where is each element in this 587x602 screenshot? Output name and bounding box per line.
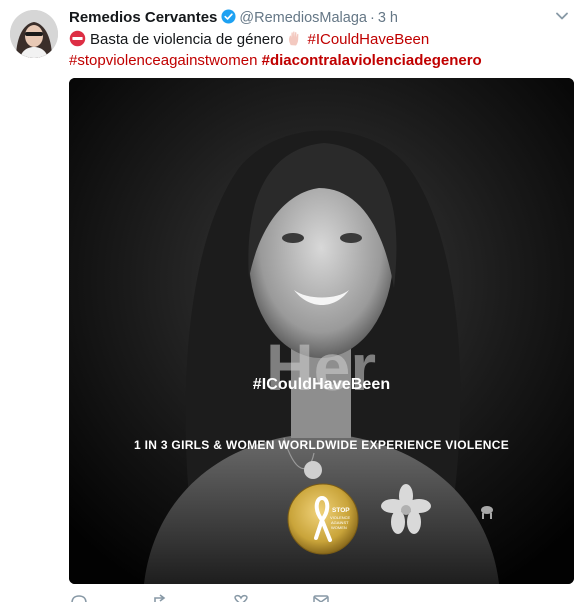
hashtag-link[interactable]: #stopviolenceagainstwomen (69, 52, 257, 69)
tweet-text-phrase: Basta de violencia de género (90, 31, 284, 48)
verified-icon (221, 9, 236, 24)
raised-hand-icon (289, 31, 299, 46)
handle[interactable]: @RemediosMalaga (239, 10, 367, 26)
message-icon[interactable] (311, 594, 331, 602)
stop-violence-badge: STOP VIOLENCE AGAINST WOMEN (287, 483, 359, 555)
timestamp[interactable]: 3 h (378, 10, 398, 26)
tweet-text-line-1: Basta de violencia de género #ICouldHaveB… (69, 29, 579, 50)
tweet-actions (69, 594, 489, 602)
retweet-icon[interactable] (151, 594, 171, 602)
svg-text:WOMEN: WOMEN (331, 525, 347, 530)
no-entry-icon (69, 30, 86, 47)
like-icon[interactable] (231, 594, 251, 602)
tweet-media[interactable]: Her #ICouldHaveBeen 1 IN 3 GIRLS & WOMEN… (69, 78, 574, 584)
tweet: Remedios Cervantes @RemediosMalaga · 3 h Ba… (0, 0, 587, 602)
tweet-text-line-2: #stopviolenceagainstwomen #diacontralavi… (69, 50, 579, 71)
caret-down-icon[interactable] (556, 12, 568, 20)
tweet-text: Basta de violencia de género #ICouldHaveB… (69, 29, 579, 71)
svg-text:STOP: STOP (332, 507, 350, 514)
hashtag-link[interactable]: #diacontralaviolenciadegenero (262, 52, 482, 69)
reply-icon[interactable] (69, 594, 89, 602)
tweet-header: Remedios Cervantes @RemediosMalaga · 3 h (69, 9, 398, 27)
overlay-statistic: 1 IN 3 GIRLS & WOMEN WORLDWIDE EXPERIENC… (133, 438, 510, 452)
separator-dot: · (369, 10, 375, 26)
avatar-image (10, 10, 58, 58)
hashtag-link[interactable]: #ICouldHaveBeen (307, 31, 429, 48)
overlay-hashtag: #ICouldHaveBeen (252, 376, 391, 393)
avatar[interactable] (10, 10, 58, 58)
display-name[interactable]: Remedios Cervantes (69, 9, 217, 26)
